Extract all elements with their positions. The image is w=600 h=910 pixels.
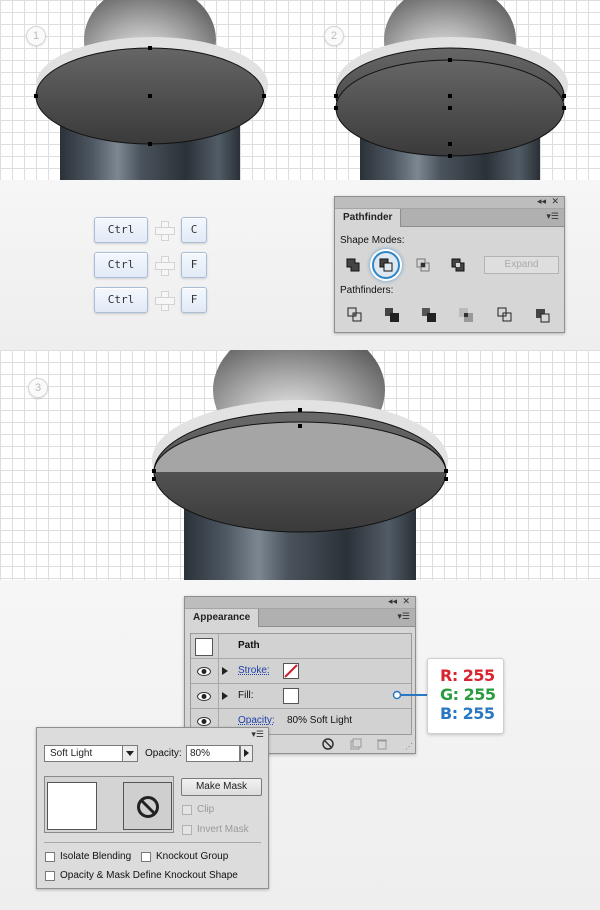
key-ctrl: Ctrl: [94, 287, 148, 313]
transparency-panel: ▾☰ Soft Light Opacity: 80% Make Mask Cli…: [36, 727, 269, 889]
panel-divider: [44, 842, 261, 843]
isolate-blending-label: Isolate Blending: [60, 851, 132, 862]
fill-white-swatch[interactable]: [283, 688, 299, 704]
intersect-icon[interactable]: [413, 255, 433, 275]
red-value: R: 255: [440, 666, 495, 685]
opacity-input[interactable]: 80%: [186, 745, 240, 762]
collapse-icon[interactable]: ◂◂: [537, 196, 546, 207]
unite-icon[interactable]: [343, 255, 363, 275]
opacity-value: 80% Soft Light: [287, 715, 353, 726]
shape-modes-label: Shape Modes:: [340, 235, 405, 246]
invert-mask-label: Invert Mask: [197, 824, 249, 835]
object-thumbnail[interactable]: [47, 782, 97, 830]
pathfinders-label: Pathfinders:: [340, 285, 394, 296]
blend-mode-value: Soft Light: [50, 748, 93, 759]
isolate-blending-checkbox[interactable]: [45, 852, 55, 862]
panel-menu-icon[interactable]: ▾☰: [251, 729, 264, 740]
fill-color-callout: R: 255 G: 255 B: 255: [427, 658, 504, 734]
visibility-eye-icon[interactable]: [197, 692, 211, 701]
opacity-label: Opacity:: [145, 748, 182, 759]
expand-arrow-icon[interactable]: [222, 667, 228, 675]
knockout-group-label: Knockout Group: [156, 851, 229, 862]
panel-titlebar[interactable]: ◂◂ ✕: [185, 596, 415, 609]
clear-appearance-icon[interactable]: [322, 738, 334, 750]
panel-menu-icon[interactable]: ▾☰: [397, 611, 410, 622]
blend-mode-select[interactable]: Soft Light: [44, 745, 138, 762]
plus-icon: [155, 291, 175, 311]
illustration-step-1: [34, 0, 268, 180]
opacity-label[interactable]: Opacity:: [238, 715, 275, 726]
clip-checkbox[interactable]: [182, 805, 192, 815]
define-knockout-shape-checkbox[interactable]: [45, 871, 55, 881]
visibility-eye-icon[interactable]: [197, 717, 211, 726]
invert-mask-checkbox[interactable]: [182, 825, 192, 835]
plus-icon: [155, 256, 175, 276]
appearance-row-fill[interactable]: Fill:: [191, 684, 411, 709]
resize-grip-icon[interactable]: ⋰: [405, 742, 413, 751]
minus-back-icon[interactable]: [532, 305, 552, 325]
duplicate-item-icon[interactable]: [350, 738, 362, 750]
crop-icon[interactable]: [456, 305, 476, 325]
divide-icon[interactable]: [345, 305, 365, 325]
illustration-step-2: [334, 0, 568, 180]
expand-arrow-icon[interactable]: [222, 692, 228, 700]
object-type-label: Path: [238, 640, 260, 651]
illustration-step-3: [152, 350, 448, 580]
exclude-icon[interactable]: [448, 255, 468, 275]
object-thumbnail: [195, 638, 213, 656]
close-icon[interactable]: ✕: [402, 596, 410, 607]
no-mask-icon: [137, 796, 159, 818]
step-badge-1: 1: [26, 26, 46, 46]
minus-front-icon[interactable]: [376, 255, 396, 275]
mask-area: [44, 776, 174, 833]
blue-value: B: 255: [440, 704, 495, 723]
key-ctrl: Ctrl: [94, 252, 148, 278]
clip-label: Clip: [197, 804, 215, 815]
knockout-group-checkbox[interactable]: [141, 852, 151, 862]
define-knockout-shape-label: Opacity & Mask Define Knockout Shape: [60, 870, 238, 881]
merge-icon[interactable]: [419, 305, 439, 325]
step-badge-3: 3: [28, 378, 48, 398]
key-f: F: [181, 287, 207, 313]
tab-pathfinder[interactable]: Pathfinder: [335, 209, 402, 227]
expand-button[interactable]: Expand: [484, 256, 559, 274]
stroke-label[interactable]: Stroke:: [238, 665, 270, 676]
key-f: F: [181, 252, 207, 278]
stroke-none-swatch[interactable]: [283, 663, 299, 679]
plus-icon: [155, 221, 175, 241]
mask-thumbnail[interactable]: [123, 782, 172, 830]
panel-titlebar[interactable]: ◂◂ ✕: [335, 196, 564, 209]
tab-appearance[interactable]: Appearance: [185, 609, 260, 627]
panel-tab-row: Appearance ▾☰: [185, 609, 415, 627]
panel-menu-icon[interactable]: ▾☰: [546, 211, 559, 222]
pathfinder-panel: ◂◂ ✕ Pathfinder ▾☰ Shape Modes: Expand P…: [334, 196, 565, 333]
collapse-icon[interactable]: ◂◂: [388, 596, 397, 607]
key-c: C: [181, 217, 207, 243]
appearance-row-stroke[interactable]: Stroke:: [191, 659, 411, 684]
make-mask-button[interactable]: Make Mask: [181, 778, 262, 796]
key-ctrl: Ctrl: [94, 217, 148, 243]
visibility-eye-icon[interactable]: [197, 667, 211, 676]
fill-label: Fill:: [238, 690, 254, 701]
close-icon[interactable]: ✕: [551, 196, 559, 207]
panel-tab-row: Pathfinder ▾☰: [335, 209, 564, 227]
chevron-down-icon: [122, 746, 137, 761]
fill-color-connector: [392, 690, 432, 700]
step-badge-2: 2: [324, 26, 344, 46]
green-value: G: 255: [440, 685, 496, 704]
trim-icon[interactable]: [382, 305, 402, 325]
outline-icon[interactable]: [495, 305, 515, 325]
delete-item-icon[interactable]: [376, 738, 388, 750]
appearance-row-path[interactable]: Path: [191, 634, 411, 659]
opacity-slider-toggle[interactable]: [240, 745, 253, 762]
appearance-attribute-list: Path Stroke: Fill: Opacity: 80% Soft Lig…: [190, 633, 412, 735]
